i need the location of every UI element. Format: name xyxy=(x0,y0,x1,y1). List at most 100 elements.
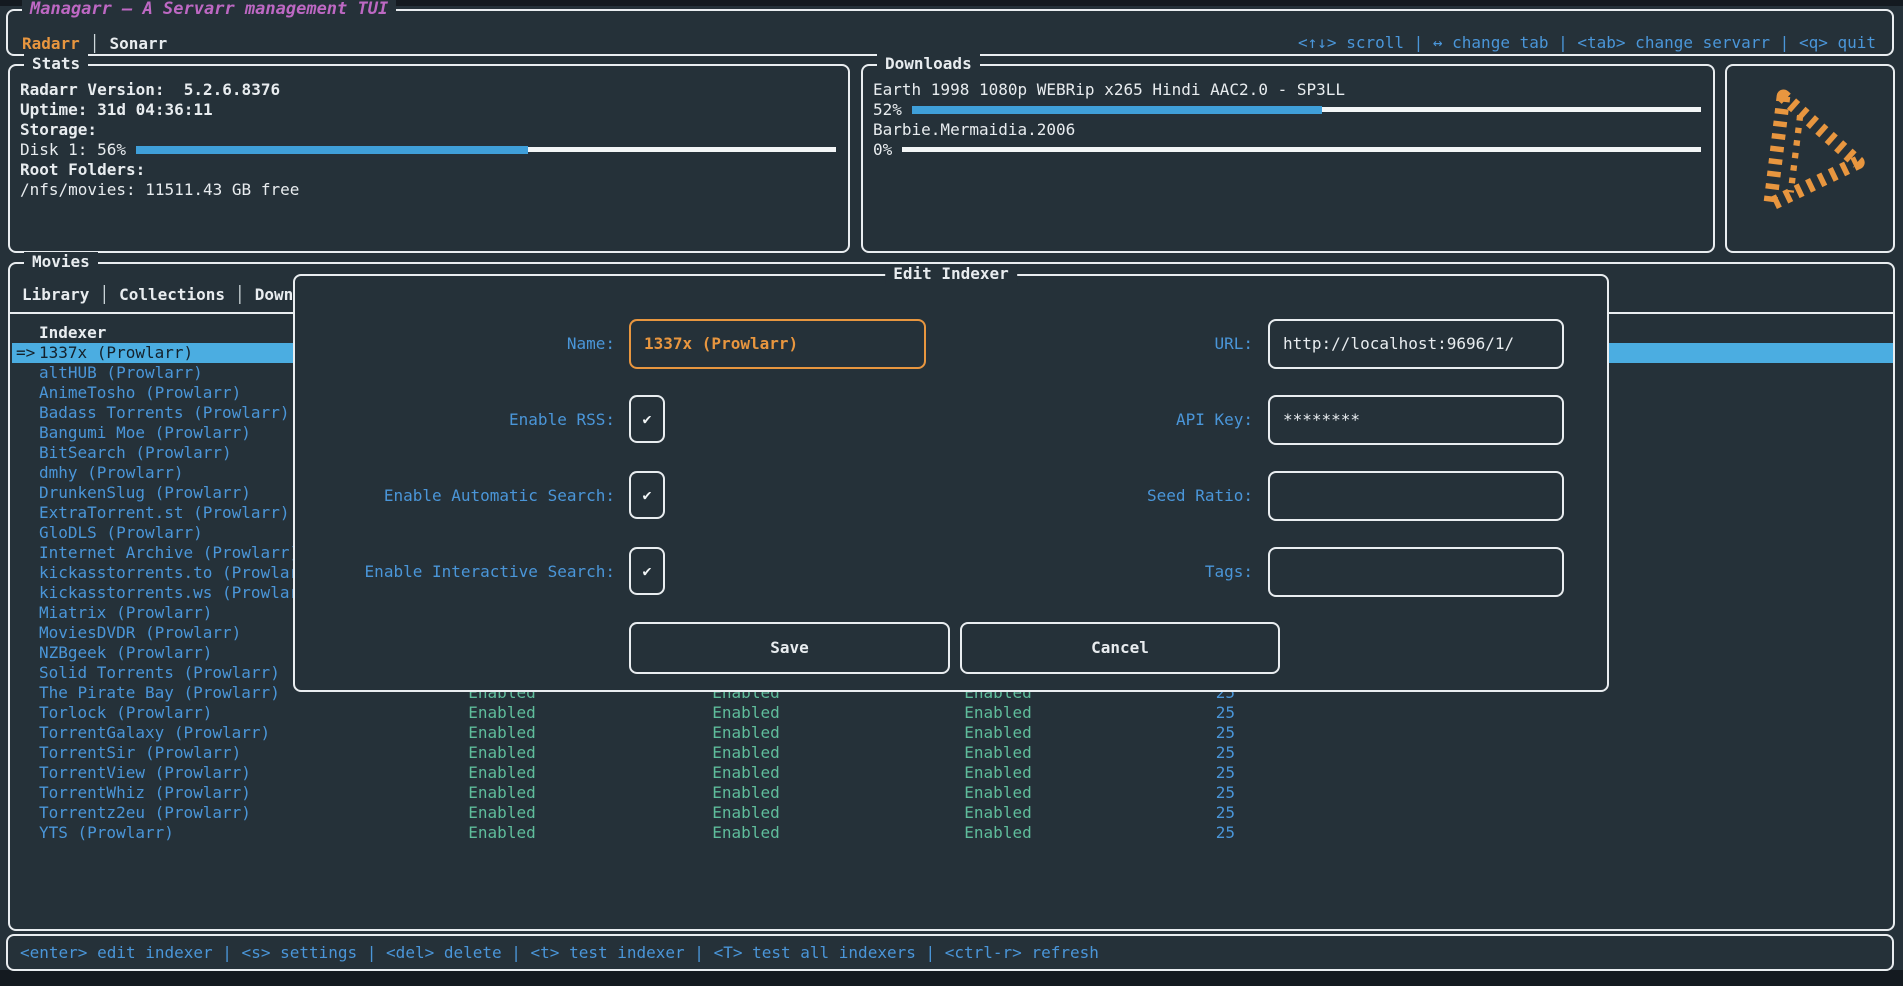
indexer-name: 1337x (Prowlarr) xyxy=(39,343,297,363)
enable-automatic-search-checkbox[interactable]: ✔ xyxy=(629,471,665,519)
url-input[interactable]: http://localhost:9696/1/ xyxy=(1268,319,1564,369)
check-icon: ✔ xyxy=(642,410,651,428)
indexer-name: BitSearch (Prowlarr) xyxy=(39,443,297,463)
indexer-enabled-cell: Enabled xyxy=(938,743,1058,763)
indexer-name: TorrentSir (Prowlarr) xyxy=(39,743,297,763)
api-key-label: API Key: xyxy=(928,410,1253,430)
enable-interactive-search-checkbox[interactable]: ✔ xyxy=(629,547,665,595)
indexer-enabled-cell: Enabled xyxy=(938,723,1058,743)
indexer-row[interactable]: YTS (Prowlarr) Enabled Enabled Enabled 25 xyxy=(12,823,1893,843)
indexer-enabled-cell: Enabled xyxy=(442,803,562,823)
seed-ratio-input[interactable] xyxy=(1268,471,1564,521)
indexer-enabled-cell: Enabled xyxy=(686,763,806,783)
indexer-name: YTS (Prowlarr) xyxy=(39,823,297,843)
enable-automatic-search-label: Enable Automatic Search: xyxy=(295,486,615,506)
indexer-enabled-cell: Enabled xyxy=(938,703,1058,723)
indexer-row[interactable]: TorrentSir (Prowlarr) Enabled Enabled Enabl… xyxy=(12,743,1893,763)
indexer-enabled-cell: Enabled xyxy=(686,703,806,723)
indexer-priority-cell: 25 xyxy=(1115,783,1235,803)
enable-rss-checkbox[interactable]: ✔ xyxy=(629,395,665,443)
seed-ratio-label: Seed Ratio: xyxy=(928,486,1253,506)
indexer-priority-cell: 25 xyxy=(1115,743,1235,763)
indexer-name: DrunkenSlug (Prowlarr) xyxy=(39,483,297,503)
indexer-column-header: Indexer xyxy=(39,323,106,343)
edit-indexer-modal: Edit Indexer Name: 1337x (Prowlarr) Enab… xyxy=(293,274,1609,692)
download-progress-row: 52% xyxy=(873,100,1701,120)
indexer-priority-cell: 25 xyxy=(1115,763,1235,783)
indexer-name: TorrentView (Prowlarr) xyxy=(39,763,297,783)
enable-interactive-search-label: Enable Interactive Search: xyxy=(295,562,615,582)
uptime: Uptime: 31d 04:36:11 xyxy=(20,100,836,120)
header-keybind-hints: <↑↓> scroll | ↔ change tab | <tab> chang… xyxy=(1298,33,1876,53)
indexer-name: Torrentz2eu (Prowlarr) xyxy=(39,803,297,823)
indexer-row[interactable]: TorrentGalaxy (Prowlarr)EnabledEnabledEn… xyxy=(12,723,1893,743)
tab-library[interactable]: Library xyxy=(22,285,89,304)
enable-rss-label: Enable RSS: xyxy=(295,410,615,430)
indexer-enabled-cell: Enabled xyxy=(938,803,1058,823)
cancel-button[interactable]: Cancel xyxy=(960,622,1280,674)
indexer-name: Torlock (Prowlarr) xyxy=(39,703,297,723)
indexer-name: TorrentGalaxy (Prowlarr) xyxy=(39,723,297,743)
indexer-name: ExtraTorrent.st (Prowlarr) xyxy=(39,503,297,523)
indexer-enabled-cell: Enabled xyxy=(442,823,562,843)
check-icon: ✔ xyxy=(642,486,651,504)
tab-collections[interactable]: Collections xyxy=(119,285,225,304)
tab-separator: │ xyxy=(225,285,255,304)
indexer-name: kickasstorrents.ws (Prowlarr) xyxy=(39,583,297,603)
check-icon: ✔ xyxy=(642,562,651,580)
api-key-input[interactable]: ******** xyxy=(1268,395,1564,445)
indexer-name: AnimeTosho (Prowlarr) xyxy=(39,383,297,403)
indexer-enabled-cell: Enabled xyxy=(938,823,1058,843)
tab-separator: │ xyxy=(89,285,119,304)
download-item-title: Barbie.Mermaidia.2006 xyxy=(873,120,1701,140)
indexer-name: Internet Archive (Prowlarr) xyxy=(39,543,297,563)
indexer-name: MoviesDVDR (Prowlarr) xyxy=(39,623,297,643)
indexer-priority-cell: 25 xyxy=(1115,823,1235,843)
terminal-bottom-strip xyxy=(0,970,1903,986)
save-button[interactable]: Save xyxy=(629,622,950,674)
indexer-priority-cell: 25 xyxy=(1115,723,1235,743)
indexer-enabled-cell: Enabled xyxy=(686,823,806,843)
managarr-play-icon xyxy=(1749,84,1875,234)
name-input[interactable]: 1337x (Prowlarr) xyxy=(629,319,926,369)
tab-separator: │ xyxy=(80,34,110,53)
downloads-panel: Downloads Earth 1998 1080p WEBRip x265 H… xyxy=(861,64,1715,253)
indexer-name: dmhy (Prowlarr) xyxy=(39,463,297,483)
movies-tabs: Library │ Collections │ Downloads xyxy=(22,284,300,304)
indexer-enabled-cell: Enabled xyxy=(442,743,562,763)
movies-panel-title: Movies xyxy=(24,252,98,272)
indexer-row[interactable]: Torrentz2eu (Prowlarr) Enabled Enabled Enab… xyxy=(12,803,1893,823)
indexer-row[interactable]: TorrentView (Prowlarr)EnabledEnabledEnab… xyxy=(12,763,1893,783)
indexer-enabled-cell: Enabled xyxy=(686,743,806,763)
indexer-name: GloDLS (Prowlarr) xyxy=(39,523,297,543)
storage-label: Storage: xyxy=(20,120,836,140)
logo-panel xyxy=(1725,64,1895,253)
indexer-enabled-cell: Enabled xyxy=(686,783,806,803)
download-percent: 0% xyxy=(873,140,892,160)
indexer-row[interactable]: Torlock (Prowlarr)EnabledEnabledEnabled2… xyxy=(12,703,1893,723)
download-percent: 52% xyxy=(873,100,902,120)
tags-input[interactable] xyxy=(1268,547,1564,597)
tab-sonarr[interactable]: Sonarr xyxy=(109,34,167,53)
disk-usage-label: Disk 1: 56% xyxy=(20,140,126,160)
tab-radarr[interactable]: Radarr xyxy=(22,34,80,53)
servarr-tabs: Radarr │ Sonarr xyxy=(22,33,167,53)
modal-title: Edit Indexer xyxy=(885,264,1017,284)
disk-usage-bar xyxy=(136,146,836,154)
radarr-version: Radarr Version: 5.2.6.8376 xyxy=(20,80,836,100)
footer-keybind-hints: <enter> edit indexer | <s> settings | <d… xyxy=(20,943,1099,963)
download-item-title: Earth 1998 1080p WEBRip x265 Hindi AAC2.… xyxy=(873,80,1701,100)
downloads-panel-title: Downloads xyxy=(877,54,980,74)
indexer-name: TorrentWhiz (Prowlarr) xyxy=(39,783,297,803)
download-progress-bar xyxy=(902,146,1701,154)
tags-label: Tags: xyxy=(928,562,1253,582)
indexer-name: The Pirate Bay (Prowlarr) xyxy=(39,683,297,703)
indexer-enabled-cell: Enabled xyxy=(686,803,806,823)
indexer-name: Solid Torrents (Prowlarr) xyxy=(39,663,297,683)
indexer-row[interactable]: TorrentWhiz (Prowlarr)EnabledEnabledEnab… xyxy=(12,783,1893,803)
stats-panel-title: Stats xyxy=(24,54,88,74)
indexer-name: Bangumi Moe (Prowlarr) xyxy=(39,423,297,443)
indexer-priority-cell: 25 xyxy=(1115,803,1235,823)
name-label: Name: xyxy=(295,334,615,354)
header-panel: Managarr – A Servarr management TUI Rada… xyxy=(6,9,1894,56)
